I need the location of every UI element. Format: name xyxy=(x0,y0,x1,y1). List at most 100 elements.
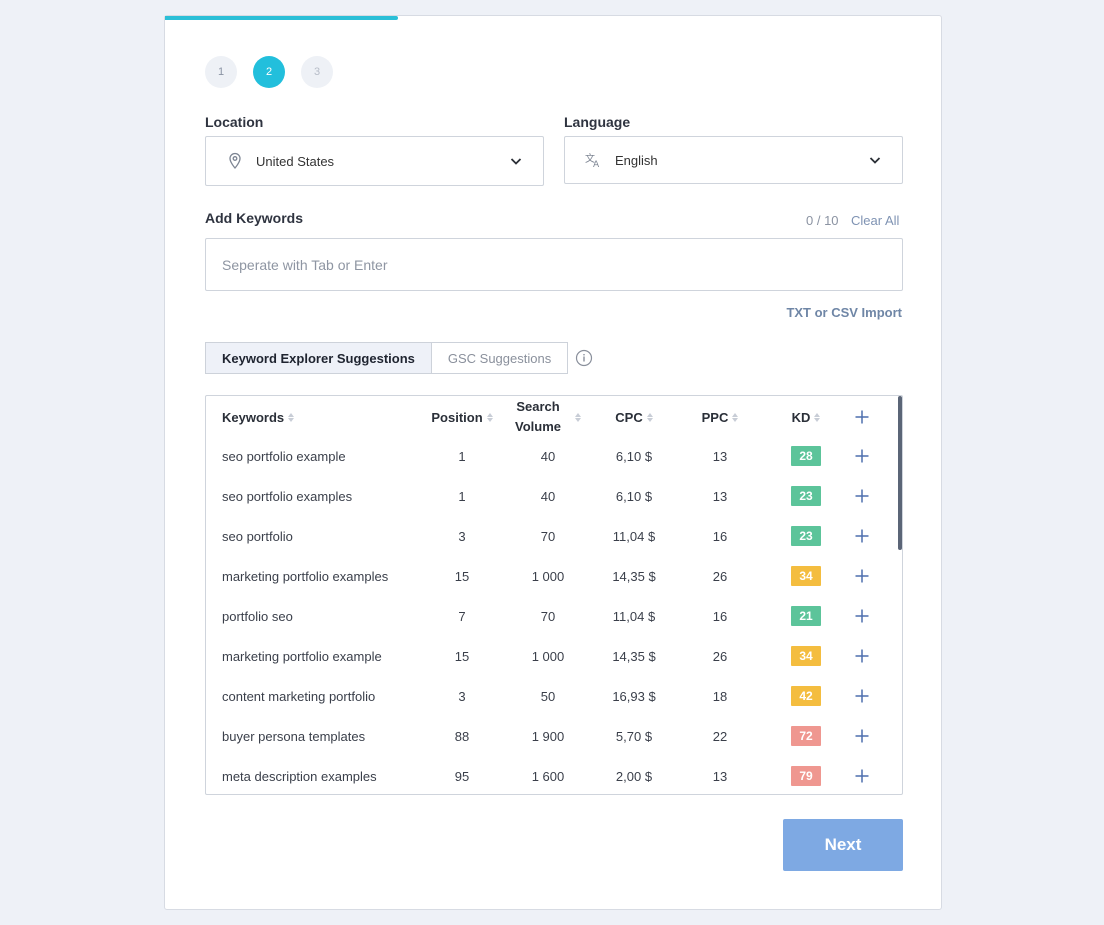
plus-icon xyxy=(855,569,869,583)
scrollbar[interactable] xyxy=(898,396,902,550)
ppc-cell: 13 xyxy=(712,448,728,464)
ppc-cell: 16 xyxy=(712,528,728,544)
plus-icon xyxy=(855,729,869,743)
chevron-down-icon xyxy=(868,153,882,167)
kd-badge: 34 xyxy=(791,566,821,586)
keywords-input[interactable] xyxy=(205,238,903,291)
language-select[interactable]: 文A English xyxy=(564,136,903,184)
plus-icon xyxy=(855,689,869,703)
add-keyword-button[interactable] xyxy=(832,756,892,794)
plus-icon xyxy=(855,649,869,663)
location-label: Location xyxy=(205,114,264,130)
sort-icon xyxy=(814,412,821,422)
add-keyword-button[interactable] xyxy=(832,596,892,636)
volume-cell: 1 900 xyxy=(531,728,565,744)
position-cell: 15 xyxy=(454,568,470,584)
volume-cell: 1 000 xyxy=(531,568,565,584)
location-select[interactable]: United States xyxy=(205,136,544,186)
language-label: Language xyxy=(564,114,631,130)
step-1[interactable]: 1 xyxy=(205,56,237,88)
add-keyword-button[interactable] xyxy=(832,436,892,476)
plus-icon xyxy=(855,410,869,424)
table-row: content marketing portfolio 3 50 16,93 $ 18 4… xyxy=(206,676,902,716)
cpc-cell: 16,93 $ xyxy=(612,688,656,704)
ppc-cell: 18 xyxy=(712,688,728,704)
add-keyword-button[interactable] xyxy=(832,556,892,596)
suggestions-table: Keywords Position Search Volume CPC PPC xyxy=(205,395,903,795)
header-position[interactable]: Position xyxy=(412,396,512,438)
add-keyword-button[interactable] xyxy=(832,516,892,556)
sort-icon xyxy=(288,412,295,422)
volume-cell: 40 xyxy=(540,488,556,504)
volume-cell: 50 xyxy=(540,688,556,704)
sort-icon xyxy=(646,412,653,422)
add-keyword-button[interactable] xyxy=(832,716,892,756)
keyword-cell: meta description examples xyxy=(222,768,377,784)
add-keywords-label: Add Keywords xyxy=(205,210,304,226)
position-cell: 15 xyxy=(454,648,470,664)
tab-gsc[interactable]: GSC Suggestions xyxy=(431,342,569,374)
add-keyword-button[interactable] xyxy=(832,476,892,516)
kd-badge: 28 xyxy=(791,446,821,466)
add-all-button[interactable] xyxy=(832,396,892,438)
plus-icon xyxy=(855,609,869,623)
translate-icon: 文A xyxy=(585,151,603,169)
ppc-cell: 22 xyxy=(712,728,728,744)
add-keyword-button[interactable] xyxy=(832,676,892,716)
table-header: Keywords Position Search Volume CPC PPC xyxy=(206,396,902,438)
ppc-cell: 13 xyxy=(712,488,728,504)
volume-cell: 40 xyxy=(540,448,556,464)
cpc-cell: 11,04 $ xyxy=(612,528,656,544)
position-cell: 3 xyxy=(458,688,466,704)
position-cell: 7 xyxy=(458,608,466,624)
wizard-card: 1 2 3 Location United States Language 文A… xyxy=(164,15,942,910)
location-pin-icon xyxy=(226,152,244,170)
sort-icon xyxy=(486,412,493,422)
progress-bar xyxy=(165,16,941,20)
table-row: buyer persona templates 88 1 900 5,70 $ 22 72 xyxy=(206,716,902,756)
keyword-cell: seo portfolio example xyxy=(222,448,346,464)
header-search-volume[interactable]: Search Volume xyxy=(498,396,598,438)
keyword-cell: content marketing portfolio xyxy=(222,688,376,704)
header-cpc[interactable]: CPC xyxy=(584,396,684,438)
table-row: marketing portfolio examples 15 1 000 14,35… xyxy=(206,556,902,596)
next-button[interactable]: Next xyxy=(783,819,903,871)
kd-badge: 21 xyxy=(791,606,821,626)
position-cell: 95 xyxy=(454,768,470,784)
table-row: seo portfolio examples 1 40 6,10 $ 13 23 xyxy=(206,476,902,516)
volume-cell: 1 600 xyxy=(531,768,565,784)
tab-keyword-explorer[interactable]: Keyword Explorer Suggestions xyxy=(205,342,432,374)
kd-badge: 23 xyxy=(791,526,821,546)
ppc-cell: 13 xyxy=(712,768,728,784)
step-3: 3 xyxy=(301,56,333,88)
table-row: marketing portfolio example 15 1 000 14,35 … xyxy=(206,636,902,676)
header-ppc[interactable]: PPC xyxy=(670,396,770,438)
table-row: seo portfolio 3 70 11,04 $ 16 23 xyxy=(206,516,902,556)
location-value: United States xyxy=(256,153,335,169)
header-keywords[interactable]: Keywords xyxy=(222,396,422,438)
plus-icon xyxy=(855,449,869,463)
sort-icon xyxy=(732,412,739,422)
add-keyword-button[interactable] xyxy=(832,636,892,676)
keyword-cell: seo portfolio xyxy=(222,528,293,544)
position-cell: 1 xyxy=(458,488,466,504)
cpc-cell: 14,35 $ xyxy=(612,648,656,664)
kd-badge: 79 xyxy=(791,766,821,786)
import-link[interactable]: TXT or CSV Import xyxy=(786,305,902,320)
cpc-cell: 5,70 $ xyxy=(615,728,653,744)
kd-badge: 72 xyxy=(791,726,821,746)
clear-all-link[interactable]: Clear All xyxy=(851,213,899,228)
info-icon[interactable] xyxy=(575,349,593,367)
volume-cell: 70 xyxy=(540,608,556,624)
keyword-cell: marketing portfolio examples xyxy=(222,568,389,584)
keyword-cell: marketing portfolio example xyxy=(222,648,382,664)
table-row: seo portfolio example 1 40 6,10 $ 13 28 xyxy=(206,436,902,476)
ppc-cell: 26 xyxy=(712,648,728,664)
position-cell: 1 xyxy=(458,448,466,464)
chevron-down-icon xyxy=(509,154,523,168)
svg-text:A: A xyxy=(593,160,600,168)
language-value: English xyxy=(615,152,658,168)
suggestion-tabs: Keyword Explorer Suggestions GSC Suggest… xyxy=(205,342,569,374)
keyword-count: 0 / 10 xyxy=(806,213,839,228)
step-2[interactable]: 2 xyxy=(253,56,285,88)
